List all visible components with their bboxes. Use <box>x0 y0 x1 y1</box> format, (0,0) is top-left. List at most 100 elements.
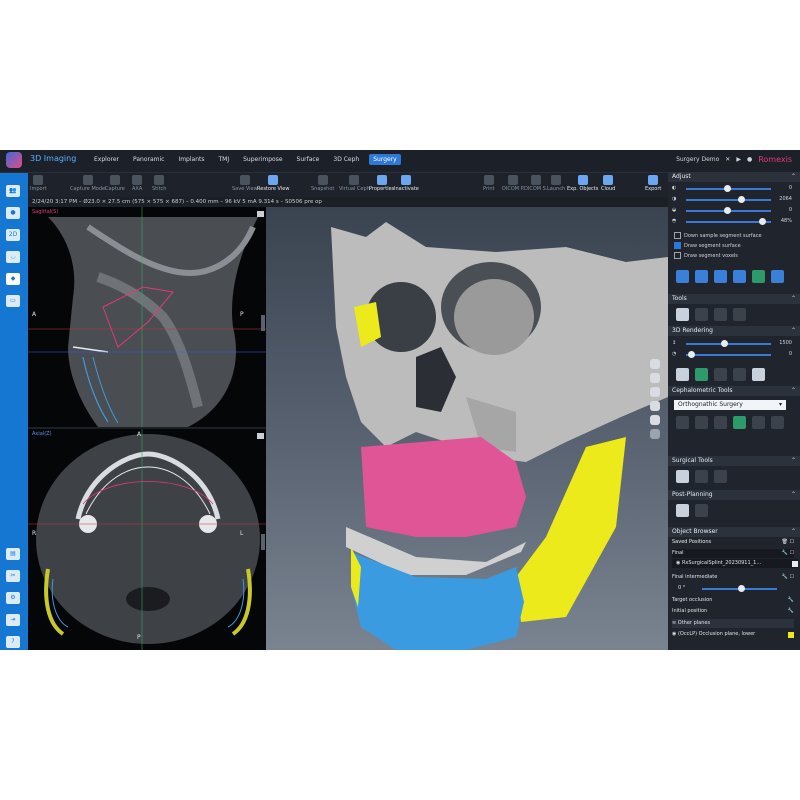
brightness-slider[interactable]: ◐ 0 <box>672 185 792 193</box>
3d-cube-icon[interactable]: ◆ <box>6 273 20 285</box>
help-icon[interactable]: ? <box>6 636 20 648</box>
table-icon[interactable] <box>714 416 727 429</box>
settings-icon[interactable]: ⚙ <box>6 592 20 604</box>
head-icon[interactable] <box>771 270 784 283</box>
occlusion-plane-row[interactable]: ◉ (OccLP) Occlusion plane, lower <box>672 630 794 639</box>
layers-icon[interactable] <box>714 368 727 381</box>
tools-header[interactable]: Tools ⌃ <box>668 294 800 304</box>
cloud-button[interactable]: Cloud <box>601 175 615 192</box>
saved-positions-row[interactable]: Saved Positions 🗑 ☐ <box>672 538 794 547</box>
target-occlusion-row[interactable]: Target occlusion 🔧 <box>672 596 794 605</box>
export-button[interactable]: Export <box>645 175 661 192</box>
sagittal-scrollbar[interactable] <box>261 315 265 331</box>
report-icon[interactable] <box>733 270 746 283</box>
devices-icon[interactable]: ▤ <box>6 548 20 560</box>
camera-icon[interactable] <box>257 211 264 217</box>
angle-icon[interactable] <box>714 308 727 321</box>
3d-rendering-header[interactable]: 3D Rendering ⌃ <box>668 326 800 336</box>
slider-knob[interactable] <box>688 351 695 358</box>
draw-segment-voxels-checkbox[interactable]: Draw segment voxels <box>674 252 769 260</box>
axa-button[interactable]: AXA <box>132 175 142 192</box>
contrast-slider[interactable]: ◑ 2064 <box>672 196 792 204</box>
properties-button[interactable]: Properties <box>369 175 394 192</box>
camera-icon[interactable] <box>257 433 264 439</box>
slider-knob[interactable] <box>759 218 766 225</box>
other-planes-row[interactable]: ≋ Other planes <box>672 619 794 628</box>
inactivate-button[interactable]: Inactivate <box>394 175 419 192</box>
logout-icon[interactable]: ⇥ <box>6 614 20 626</box>
wrench-icon[interactable]: 🔧 ☐ <box>782 549 794 558</box>
checkbox-checked-box[interactable] <box>674 242 681 249</box>
compare-icon[interactable] <box>676 504 689 517</box>
skull-bottom-view-icon[interactable] <box>650 415 660 425</box>
opacity-slider[interactable]: ◓ 48% <box>672 218 792 226</box>
export-objects-button[interactable]: Exp. Objects <box>567 175 598 192</box>
sagittal-view[interactable]: Sagittal(S) A P <box>28 207 266 427</box>
splint-icon[interactable] <box>714 470 727 483</box>
jaw-move-icon[interactable] <box>695 470 708 483</box>
camera-icon[interactable] <box>650 429 660 439</box>
target-icon[interactable] <box>695 416 708 429</box>
undo-icon[interactable] <box>733 308 746 321</box>
slider-knob[interactable] <box>738 585 745 592</box>
down-sample-checkbox[interactable]: Down sample segment surface <box>674 232 769 240</box>
2d-icon[interactable]: 2D <box>6 229 20 241</box>
tab-explorer[interactable]: Explorer <box>90 154 123 165</box>
crosshair-icon[interactable] <box>695 270 708 283</box>
surgical-tools-header[interactable]: Surgical Tools ⌃ <box>668 456 800 466</box>
virtual-ceph-button[interactable]: Virtual Ceph <box>339 175 370 192</box>
capture-button[interactable]: Capture <box>105 175 125 192</box>
wrench-icon[interactable]: 🔧 <box>788 607 794 616</box>
cephalometric-tools-header[interactable]: Cephalometric Tools ⌃ <box>668 386 800 396</box>
gamma-slider[interactable]: ◒ 0 <box>672 207 792 215</box>
skull-front-view-icon[interactable] <box>650 359 660 369</box>
slider-knob[interactable] <box>724 207 731 214</box>
tab-3d-ceph[interactable]: 3D Ceph <box>329 154 363 165</box>
stitch-button[interactable]: Stitch <box>152 175 166 192</box>
pen-icon[interactable] <box>676 416 689 429</box>
post-planning-header[interactable]: Post-Planning ⌃ <box>668 490 800 500</box>
snapshot-button[interactable]: Snapshot <box>311 175 334 192</box>
3d-viewport[interactable] <box>266 207 668 650</box>
ruler-icon[interactable] <box>676 308 689 321</box>
render-opacity-slider[interactable]: ◔ 0 <box>672 351 792 359</box>
color-swatch[interactable] <box>792 561 798 567</box>
axial-view[interactable]: Axial(Z) A R L P <box>28 429 266 650</box>
capture-model-button[interactable]: Capture Model <box>70 175 106 192</box>
draw-segment-surface-checkbox[interactable]: Draw segment surface <box>674 242 769 250</box>
checkbox-box[interactable] <box>674 252 681 259</box>
models-icon[interactable]: ▭ <box>6 295 20 307</box>
skull-render-icon[interactable] <box>676 368 689 381</box>
image-icon[interactable] <box>714 270 727 283</box>
patients-icon[interactable]: 👥 <box>6 185 20 197</box>
dicom-s-button[interactable]: DICOM S. <box>524 175 547 192</box>
erase-line-icon[interactable] <box>771 416 784 429</box>
object-browser-header[interactable]: Object Browser ⌃ <box>668 527 800 537</box>
skull-top-view-icon[interactable] <box>650 401 660 411</box>
osteotomy-icon[interactable] <box>676 470 689 483</box>
launch-button[interactable]: Launch <box>547 175 565 192</box>
tab-panoramic[interactable]: Panoramic <box>129 154 168 165</box>
measure-icon[interactable] <box>695 308 708 321</box>
angle-slider-row[interactable]: 0 ° <box>672 584 800 593</box>
final-position-row[interactable]: Final 🔧 ☐ <box>672 549 794 558</box>
dicom-p-button[interactable]: DICOM P. <box>502 175 524 192</box>
line-tool-icon[interactable] <box>752 416 765 429</box>
panel-icon[interactable] <box>752 368 765 381</box>
slider-knob[interactable] <box>724 185 731 192</box>
face-icon[interactable] <box>752 270 765 283</box>
dental-arch-icon[interactable]: ◡ <box>6 251 20 263</box>
model-icon[interactable] <box>733 416 746 429</box>
restore-view-button[interactable]: Restore View <box>257 175 289 192</box>
star-icon[interactable] <box>733 368 746 381</box>
user-icon[interactable]: ● <box>747 156 752 163</box>
adjust-header[interactable]: Adjust ⌃ <box>668 172 800 182</box>
splint-object-row[interactable]: ◉ RxSurgicalSplint_20230911_1... <box>672 559 798 568</box>
video-icon[interactable]: ▶ <box>736 156 741 163</box>
ceph-analysis-select[interactable]: Orthognathic Surgery ▾ <box>674 400 786 410</box>
final-intermediate-row[interactable]: Final intermediate 🔧 ☐ <box>672 573 794 582</box>
axial-scrollbar[interactable] <box>261 534 265 550</box>
print-button[interactable]: Print <box>483 175 495 192</box>
render-threshold-slider[interactable]: ↕ 1500 <box>672 340 792 348</box>
close-case-icon[interactable]: ✕ <box>725 156 730 163</box>
